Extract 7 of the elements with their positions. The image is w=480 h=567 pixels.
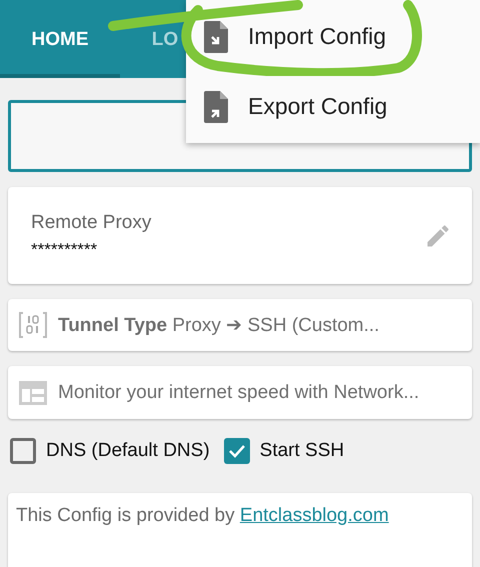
- tunnel-type-text: Tunnel Type Proxy ➔ SSH (Custom...: [58, 314, 380, 337]
- remote-proxy-value: **********: [31, 240, 98, 260]
- info-text: This Config is provided by Entclassblog.com: [16, 505, 389, 526]
- remote-proxy-label: Remote Proxy: [31, 212, 152, 234]
- checkbox-label: Start SSH: [260, 440, 344, 462]
- banner-text: Monitor your internet speed with Network...: [58, 382, 420, 404]
- checkbox-label: DNS (Default DNS): [46, 440, 210, 462]
